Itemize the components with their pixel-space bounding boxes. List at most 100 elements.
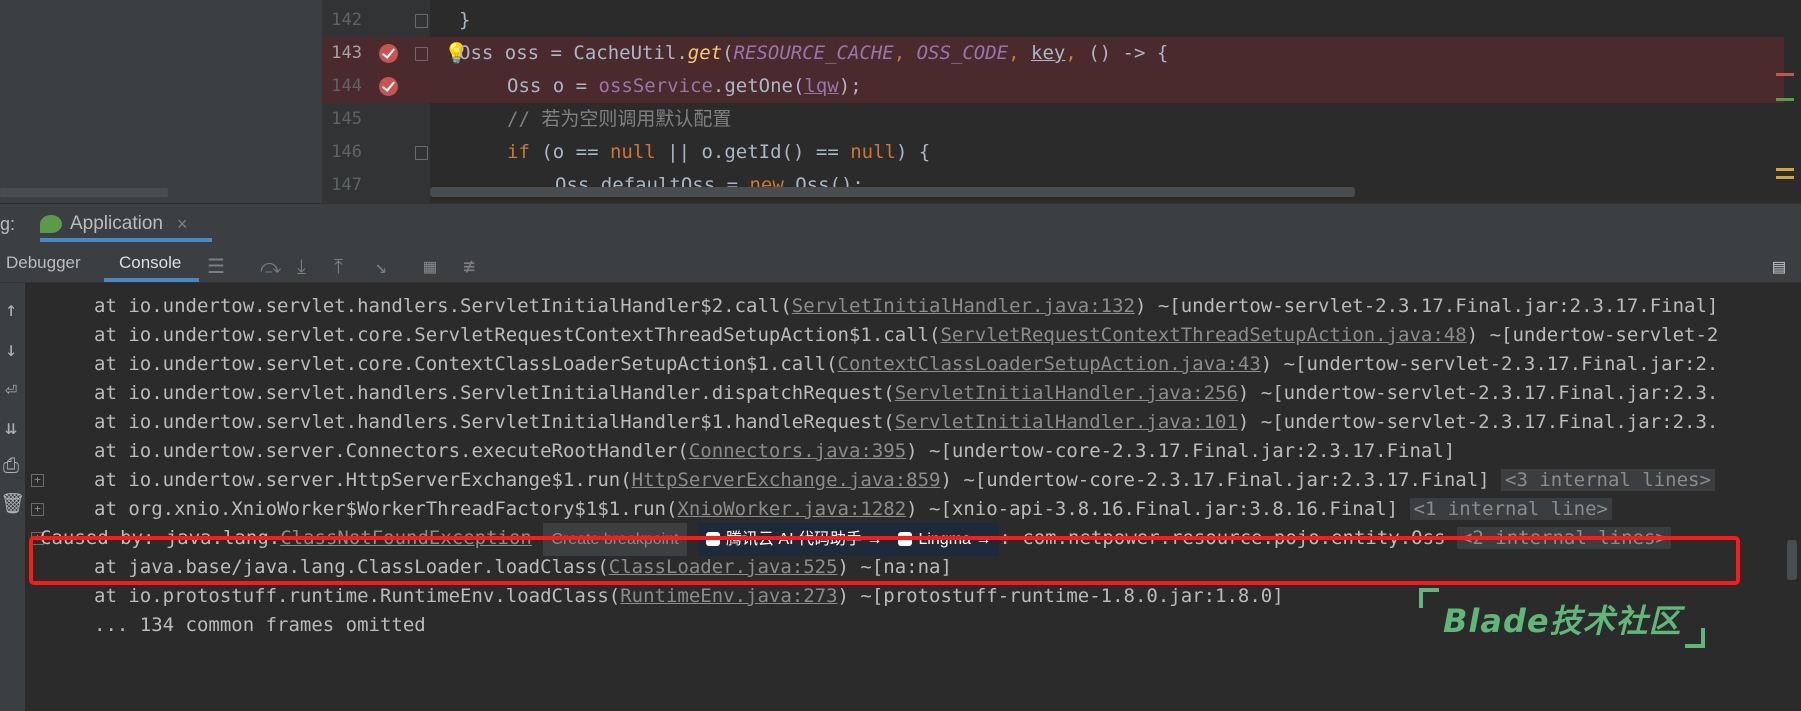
stack-frame-text: at io.undertow.servlet.handlers.ServletI… <box>94 295 792 317</box>
active-tab-indicator <box>40 238 212 242</box>
line-number: 147 <box>331 175 362 195</box>
code-line[interactable]: 144 Oss o = ossService.getOne(lqw); <box>322 70 1784 103</box>
code-line[interactable]: 147 Oss defaultOss = new Oss(); <box>322 169 1784 202</box>
evaluate-expression-icon[interactable]: ▦ <box>424 254 436 278</box>
print-icon[interactable]: ⎙ <box>0 453 22 477</box>
soft-wrap-icon[interactable]: ⏎ <box>0 377 22 401</box>
highlight-box <box>29 536 1740 585</box>
watermark: Blade技术社区 <box>1419 588 1719 648</box>
spring-boot-icon <box>40 215 62 233</box>
source-link[interactable]: XnioWorker.java:1282 <box>677 498 906 520</box>
line-number: 143 <box>331 43 362 63</box>
code-editor[interactable]: 142} 143 💡 Oss oss = CacheUtil.get(RESOURCE… <box>0 0 1801 203</box>
stack-frame-suffix: ) ~[undertow-servlet-2.3.17.Final.jar:2.… <box>1237 382 1719 404</box>
warning-mark[interactable] <box>1776 176 1794 179</box>
scroll-to-end-icon[interactable]: ⇊ <box>0 415 22 439</box>
code-token: Oss o = <box>507 75 599 97</box>
step-into-icon[interactable]: ⤓ <box>297 254 306 278</box>
breakpoint-icon[interactable] <box>379 77 398 96</box>
code-text: } <box>459 4 470 37</box>
source-link[interactable]: ServletInitialHandler.java:101 <box>895 411 1238 433</box>
stack-frame-text: ... 134 common frames omitted <box>94 614 426 636</box>
internal-lines-toggle[interactable]: <1 internal line> <box>1409 498 1612 520</box>
code-token: get <box>687 42 723 64</box>
code-token: , <box>1008 42 1032 64</box>
stack-frame-text: at org.xnio.XnioWorker$WorkerThreadFacto… <box>94 498 678 520</box>
stack-frame-text: at io.undertow.server.Connectors.execute… <box>94 440 689 462</box>
internal-lines-toggle[interactable]: <3 internal lines> <box>1501 469 1715 491</box>
code-line[interactable]: 146 if (o == null || o.getId() == null) { <box>322 136 1784 169</box>
stack-frame-suffix: ) ~[undertow-core-2.3.17.Final.jar:2.3.1… <box>940 469 1490 491</box>
menu-icon[interactable]: ☰ <box>207 254 225 278</box>
code-token: OSS_CODE <box>916 42 1009 64</box>
code-token: , <box>893 42 917 64</box>
error-mark[interactable] <box>1776 73 1794 76</box>
stack-frame-suffix: ) ~[undertow-core-2.3.17.Final.jar:2.3.1… <box>906 440 1456 462</box>
editor-error-stripe[interactable] <box>1776 60 1798 200</box>
code-token: null <box>850 141 896 163</box>
code-text: Oss o = ossService.getOne(lqw); <box>507 70 862 103</box>
stack-frame-suffix: ) ~[xnio-api-3.8.16.Final.jar:3.8.16.Fin… <box>906 498 1399 520</box>
console-vertical-scrollbar[interactable] <box>1787 540 1797 580</box>
line-number: 146 <box>331 142 362 162</box>
tab-console[interactable]: Console <box>119 244 181 282</box>
stack-frame-suffix: ) ~[undertow-servlet-2.3.17.Final.jar:2. <box>1260 353 1719 375</box>
line-number: 145 <box>331 109 362 129</box>
editor-horizontal-scrollbar[interactable] <box>430 187 1355 197</box>
code-line[interactable]: 145 // 若为空则调用默认配置 <box>322 103 1784 136</box>
tab-debugger[interactable]: Debugger <box>6 244 81 282</box>
code-text: if (o == null || o.getId() == null) { <box>507 136 930 169</box>
source-link[interactable]: Connectors.java:395 <box>689 440 906 462</box>
line-number: 142 <box>331 10 362 30</box>
project-pane <box>0 0 323 203</box>
change-mark[interactable] <box>1776 98 1794 101</box>
source-link[interactable]: ContextClassLoaderSetupAction.java:43 <box>838 353 1261 375</box>
stack-frame-text: at io.protostuff.runtime.RuntimeEnv.load… <box>94 585 621 607</box>
step-over-icon[interactable]: ⤼ <box>260 254 281 278</box>
stack-frame-suffix: ) ~[undertow-servlet-2 <box>1466 324 1719 346</box>
code-token: ) { <box>895 141 931 163</box>
run-to-cursor-icon[interactable]: ↘ <box>375 254 387 278</box>
stack-frame-text: at io.undertow.servlet.handlers.ServletI… <box>94 382 895 404</box>
project-pane-scrollbar[interactable] <box>0 188 168 197</box>
code-token: , <box>1065 42 1089 64</box>
watermark-bracket-open <box>1419 588 1439 608</box>
source-link[interactable]: RuntimeEnv.java:273 <box>620 585 837 607</box>
watermark-bracket-close <box>1685 628 1705 648</box>
fold-icon[interactable] <box>415 14 428 28</box>
code-token: RESOURCE_CACHE <box>733 42 894 64</box>
stack-frame-text: at io.undertow.servlet.core.ServletReque… <box>94 324 941 346</box>
source-link[interactable]: ServletRequestContextThreadSetupAction.j… <box>940 324 1466 346</box>
scroll-up-icon[interactable]: ↑ <box>0 297 22 321</box>
watermark-text: Blade技术社区 <box>1443 602 1682 640</box>
expand-icon[interactable]: + <box>31 503 44 516</box>
close-icon[interactable]: × <box>177 214 188 235</box>
step-out-icon[interactable]: ⤒ <box>334 254 343 278</box>
breakpoint-icon[interactable] <box>379 44 398 63</box>
stack-frame-text: at io.undertow.servlet.handlers.ServletI… <box>94 411 895 433</box>
source-link[interactable]: ServletInitialHandler.java:256 <box>895 382 1238 404</box>
clear-all-icon[interactable]: 🗑 <box>0 491 25 515</box>
layout-settings-icon[interactable]: ▤ <box>1773 254 1785 278</box>
code-line[interactable]: 142} <box>322 4 1784 37</box>
scroll-down-icon[interactable]: ↓ <box>0 337 22 361</box>
trace-icon[interactable]: ≢ <box>463 254 475 278</box>
warning-mark[interactable] <box>1776 168 1794 171</box>
code-token: key <box>1031 42 1066 64</box>
expand-icon[interactable]: + <box>31 474 44 487</box>
fold-icon[interactable] <box>415 146 428 160</box>
console-side-toolbar: ↑ ↓ ⏎ ⇊ ⎙ 🗑 <box>0 283 25 711</box>
code-text: // 若为空则调用默认配置 <box>507 103 731 136</box>
line-number: 144 <box>331 76 362 96</box>
code-line[interactable]: 143 💡 Oss oss = CacheUtil.get(RESOURCE_CAC… <box>322 37 1784 70</box>
code-token: .getOne( <box>712 75 805 97</box>
source-link[interactable]: HttpServerExchange.java:859 <box>632 469 941 491</box>
code-token: null <box>609 141 656 163</box>
stack-frame-suffix: ) ~[undertow-servlet-2.3.17.Final.jar:2.… <box>1134 295 1719 317</box>
source-link[interactable]: ServletInitialHandler.java:132 <box>792 295 1135 317</box>
code-token: ossService <box>598 75 713 97</box>
code-text: Oss defaultOss = new Oss(); <box>555 169 864 202</box>
fold-icon[interactable] <box>415 47 428 61</box>
